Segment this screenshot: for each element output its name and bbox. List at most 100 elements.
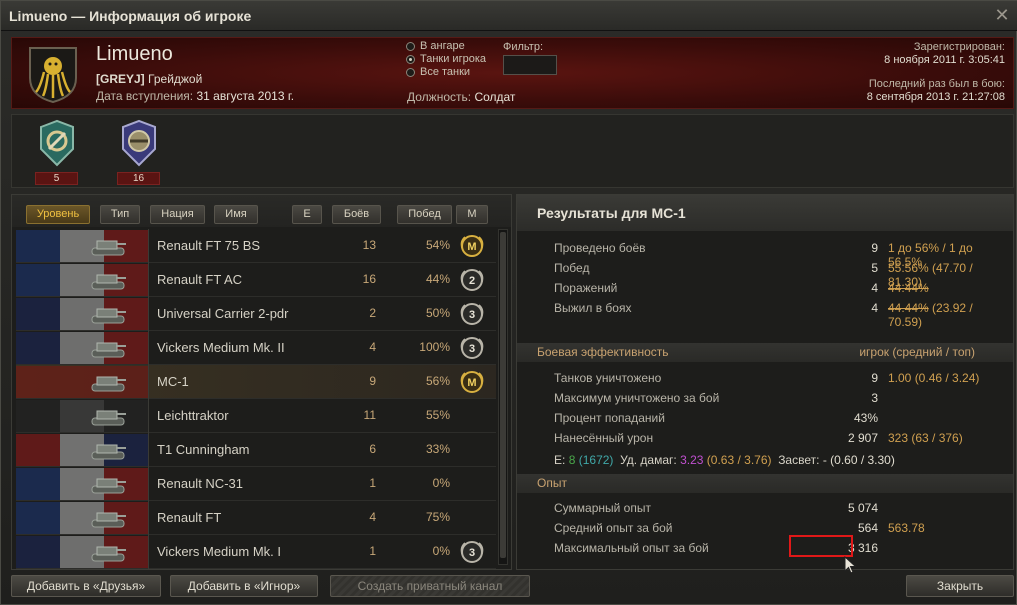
- clan-emblem-icon: [29, 47, 77, 104]
- join-date-label: Дата вступления:: [96, 89, 194, 103]
- tank-win-rate: 55%: [425, 408, 450, 422]
- results-title: Результаты для МС-1: [517, 195, 1013, 231]
- stat-label: Проведено боёв: [554, 241, 646, 255]
- last-battle-value: 8 сентября 2013 г. 21:27:08: [866, 91, 1005, 103]
- tank-row[interactable]: Universal Carrier 2-pdr 2 50% 3: [16, 297, 496, 331]
- stat-extra-strike: 44.44%: [888, 281, 929, 295]
- row-divider: [148, 365, 149, 399]
- scroll-thumb[interactable]: [500, 232, 506, 558]
- tank-win-rate: 44%: [425, 272, 450, 286]
- tank-row[interactable]: Renault FT 75 BS 13 54% М: [16, 229, 496, 263]
- stat-value: 3: [871, 391, 878, 405]
- mastery-badge-icon: М: [460, 235, 484, 257]
- tank-icon: [91, 546, 126, 562]
- sort-by-level-button[interactable]: Уровень: [26, 205, 90, 224]
- filter-label: Фильтр:: [503, 41, 544, 53]
- tank-win-rate: 75%: [425, 510, 450, 524]
- tank-row[interactable]: Vickers Medium Mk. I 1 0% 3: [16, 535, 496, 569]
- medal-count: 5: [35, 172, 78, 185]
- stat-row: Танков уничтожено 9 1.00 (0.46 / 3.24): [554, 371, 1004, 387]
- radio-all-tanks[interactable]: Все танки: [406, 66, 486, 78]
- tank-name: Vickers Medium Mk. I: [157, 544, 282, 559]
- stat-value: 564: [857, 521, 878, 535]
- tank-battles: 4: [369, 510, 376, 524]
- tank-win-rate: 33%: [425, 442, 450, 456]
- tank-battles: 2: [369, 306, 376, 320]
- mouse-cursor-icon: [844, 556, 857, 574]
- tank-win-rate: 56%: [425, 374, 450, 388]
- add-ignore-button[interactable]: Добавить в «Игнор»: [170, 575, 318, 597]
- create-private-channel-button[interactable]: Создать приватный канал: [330, 575, 530, 597]
- section-title: Опыт: [537, 476, 567, 490]
- e-paren: (1672): [578, 453, 614, 467]
- stat-value: 5 074: [847, 501, 878, 515]
- title-bar[interactable]: Limueno — Информация об игроке ✕: [1, 1, 1017, 31]
- radio-in-hangar[interactable]: В ангаре: [406, 40, 486, 52]
- section-columns-label: игрок (средний / топ): [859, 345, 975, 359]
- stat-row: Максимальный опыт за бой 3 316: [554, 541, 1004, 557]
- row-divider: [148, 229, 149, 263]
- row-divider: [148, 399, 149, 433]
- sort-by-efficiency-button[interactable]: E: [292, 205, 322, 224]
- add-friend-button[interactable]: Добавить в «Друзья»: [11, 575, 161, 597]
- tank-row[interactable]: Renault FT AC 16 44% 2: [16, 263, 496, 297]
- stat-label: Максимум уничтожено за бой: [554, 391, 720, 405]
- medal-item[interactable]: 5: [32, 119, 82, 185]
- stat-extra: 563.78: [888, 521, 925, 535]
- sort-by-wins-button[interactable]: Побед: [397, 205, 452, 224]
- radio-dot[interactable]: [406, 54, 415, 64]
- nation-flag-icon: [16, 468, 148, 500]
- row-divider: [148, 467, 149, 501]
- medal-item[interactable]: 16: [114, 119, 164, 185]
- tank-row[interactable]: Renault NC-31 1 0%: [16, 467, 496, 501]
- tank-row[interactable]: T1 Cunningham 6 33%: [16, 433, 496, 467]
- tank-win-rate: 0%: [432, 544, 450, 558]
- stat-extra: 1.00 (0.46 / 3.24): [888, 371, 980, 385]
- section-title: Боевая эффективность: [537, 345, 669, 359]
- stat-label: Средний опыт за бой: [554, 521, 673, 535]
- radio-player-tanks[interactable]: Танки игрока: [406, 53, 486, 65]
- close-icon[interactable]: ✕: [992, 5, 1012, 25]
- tank-row[interactable]: Renault FT 4 75%: [16, 501, 496, 535]
- highlight-annotation: [789, 535, 853, 557]
- nation-flag-icon: [16, 400, 148, 432]
- tank-row[interactable]: Vickers Medium Mk. II 4 100% 3: [16, 331, 496, 365]
- sort-by-nation-button[interactable]: Нация: [150, 205, 205, 224]
- tank-icon: [91, 240, 126, 256]
- section-efficiency-header: Боевая эффективность игрок (средний / то…: [517, 343, 1013, 362]
- stat-label: Суммарный опыт: [554, 501, 651, 515]
- dmg-label: Уд. дамаг:: [620, 453, 677, 467]
- stat-row: Проведено боёв 9 1 до 56% / 1 до 56.5%: [554, 241, 1004, 269]
- clan-tag: [GREYJ]: [96, 72, 145, 86]
- join-date-value: 31 августа 2013 г.: [196, 89, 295, 103]
- player-info-window: Limueno — Информация об игроке ✕ Limueno…: [0, 0, 1017, 605]
- sort-by-type-button[interactable]: Тип: [100, 205, 140, 224]
- stat-extra: 44.44% (23.92 / 70.59): [888, 301, 1004, 329]
- stat-value: 9: [871, 241, 878, 255]
- tank-row[interactable]: Leichttraktor 11 55%: [16, 399, 496, 433]
- stat-row: Максимум уничтожено за бой 3: [554, 391, 1004, 407]
- close-button[interactable]: Закрыть: [906, 575, 1014, 597]
- sort-by-mastery-button[interactable]: М: [456, 205, 488, 224]
- sort-by-battles-button[interactable]: Боёв: [332, 205, 381, 224]
- nation-flag-icon: [16, 502, 148, 534]
- stat-value: 5: [871, 261, 878, 275]
- clan-name: Грейджой: [148, 72, 203, 86]
- clan-info: [GREYJ] Грейджой: [96, 72, 202, 86]
- sort-by-name-button[interactable]: Имя: [214, 205, 258, 224]
- tank-list-panel: Уровень Тип Нация Имя E Боёв Побед М Ren…: [11, 194, 512, 570]
- tank-battles: 1: [369, 476, 376, 490]
- tank-battles: 1: [369, 544, 376, 558]
- radio-dot[interactable]: [406, 41, 415, 51]
- filter-input[interactable]: [503, 55, 557, 75]
- tank-list: Renault FT 75 BS 13 54% М Renault FT AC 16 44%…: [16, 229, 496, 569]
- stat-row: Суммарный опыт 5 074: [554, 501, 1004, 517]
- tank-row[interactable]: MC-1 9 56% М: [16, 365, 496, 399]
- tank-list-scrollbar[interactable]: [498, 229, 508, 565]
- nation-flag-icon: [16, 230, 148, 262]
- tank-name: MC-1: [157, 374, 189, 389]
- radio-dot[interactable]: [406, 67, 415, 77]
- mastery-value: 3: [469, 309, 475, 321]
- mastery-badge-icon: 3: [460, 303, 484, 325]
- stat-value: 9: [871, 371, 878, 385]
